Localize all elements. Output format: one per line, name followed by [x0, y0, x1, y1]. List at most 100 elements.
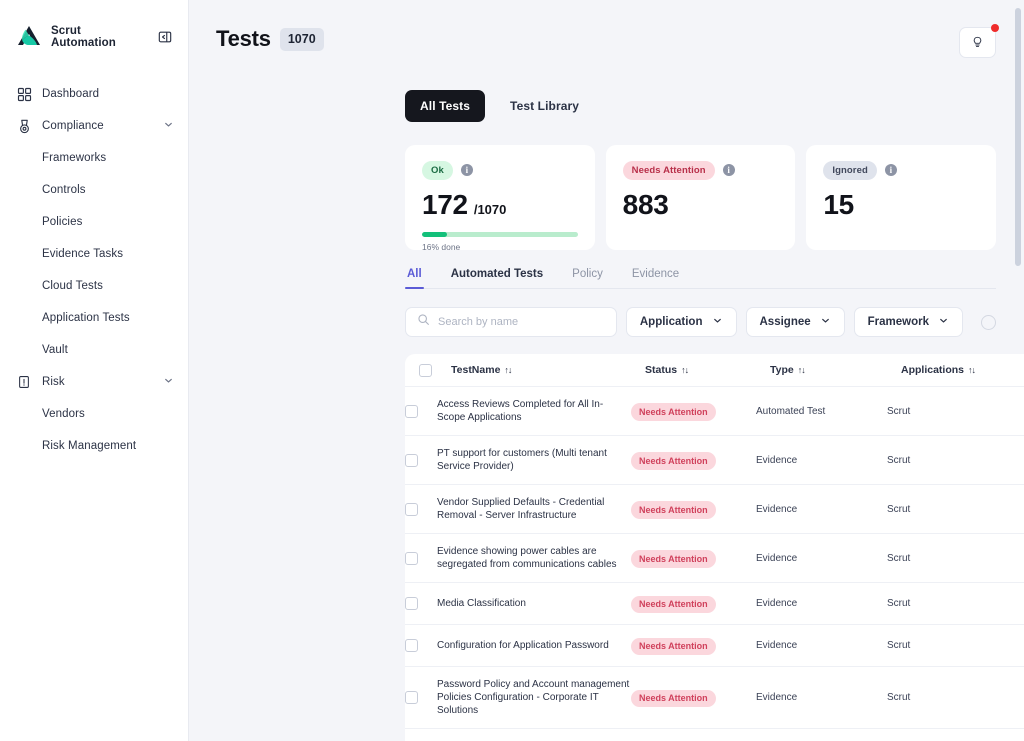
medal-icon	[16, 118, 32, 134]
row-checkbox[interactable]	[405, 454, 418, 467]
cell-status: Needs Attention	[631, 500, 756, 519]
sort-icon[interactable]: ↑↓	[681, 365, 688, 375]
segment-all-tests[interactable]: All Tests	[405, 90, 485, 122]
cell-testname[interactable]: Password Policy and Account management P…	[437, 678, 631, 717]
sort-icon[interactable]: ↑↓	[968, 365, 975, 375]
column-label: Type	[770, 364, 794, 376]
sidebar-item-risk-management[interactable]: Risk Management	[0, 430, 188, 462]
sidebar-item-evidence-tasks[interactable]: Evidence Tasks	[0, 238, 188, 270]
sidebar-item-label: Dashboard	[42, 88, 99, 100]
filter-application-dropdown[interactable]: Application	[626, 307, 737, 337]
sidebar-item-label: Frameworks	[42, 152, 106, 164]
sidebar-item-policies[interactable]: Policies	[0, 206, 188, 238]
row-checkbox[interactable]	[405, 639, 418, 652]
cell-type: Evidence	[756, 454, 887, 467]
panel-collapse-icon[interactable]	[156, 28, 174, 46]
cell-status: Needs Attention	[631, 594, 756, 613]
cell-testname[interactable]: PT support for customers (Multi tenant S…	[437, 447, 631, 473]
kpi-header: Needs Attention i	[623, 161, 779, 180]
page-title: Tests	[216, 26, 271, 52]
table-row[interactable]: Evidence showing power cables are segreg…	[405, 534, 1024, 583]
table-row[interactable]: Password Policy and Account management P…	[405, 667, 1024, 729]
sort-icon[interactable]: ↑↓	[504, 365, 511, 375]
status-badge: Needs Attention	[631, 596, 716, 614]
table-header-row: TestName ↑↓ Status ↑↓ Type ↑↓ Applicatio…	[405, 354, 1024, 387]
cell-testname[interactable]: Access Reviews Completed for All In-Scop…	[437, 398, 631, 424]
vertical-scrollbar[interactable]	[1015, 8, 1021, 266]
sidebar-item-vendors[interactable]: Vendors	[0, 398, 188, 430]
table-row[interactable]: Access Reviews Completed for All In-Scop…	[405, 387, 1024, 436]
info-icon[interactable]: i	[885, 164, 897, 176]
table-row[interactable]: Configuration for Application PasswordNe…	[405, 625, 1024, 667]
brand-name: Scrut Automation	[51, 25, 116, 50]
sidebar-item-application-tests[interactable]: Application Tests	[0, 302, 188, 334]
cell-applications: Scrut	[887, 454, 1017, 467]
chevron-down-icon[interactable]	[163, 373, 174, 391]
page-header: Tests 1070	[189, 0, 1024, 68]
tab-policy[interactable]: Policy	[570, 268, 605, 288]
table-row[interactable]: PT support for customers (Multi tenant S…	[405, 436, 1024, 485]
sidebar-item-vault[interactable]: Vault	[0, 334, 188, 366]
table-row[interactable]: Cybersecurity PolicyNeeds AttentionEvide…	[405, 729, 1024, 741]
cell-type: Evidence	[756, 639, 887, 652]
file-alert-icon	[16, 374, 32, 390]
sort-icon[interactable]: ↑↓	[798, 365, 805, 375]
kpi-header: Ignored i	[823, 161, 979, 180]
row-checkbox[interactable]	[405, 597, 418, 610]
row-checkbox[interactable]	[405, 503, 418, 516]
chevron-down-icon	[820, 313, 831, 331]
cell-testname[interactable]: Media Classification	[437, 597, 631, 610]
sidebar-item-dashboard[interactable]: Dashboard	[0, 78, 188, 110]
kpi-values: 172 /1070	[422, 189, 578, 221]
search-box[interactable]	[405, 307, 617, 337]
search-input[interactable]	[438, 316, 605, 328]
row-checkbox[interactable]	[405, 691, 418, 704]
sidebar-item-controls[interactable]: Controls	[0, 174, 188, 206]
cell-testname[interactable]: Configuration for Application Password	[437, 639, 631, 652]
tips-button[interactable]	[959, 27, 996, 58]
table-body: Access Reviews Completed for All In-Scop…	[405, 387, 1024, 741]
table-row[interactable]: Media ClassificationNeeds AttentionEvide…	[405, 583, 1024, 625]
row-checkbox[interactable]	[405, 405, 418, 418]
column-header-applications[interactable]: Applications ↑↓	[901, 364, 1024, 376]
status-badge-ignored: Ignored	[823, 161, 877, 180]
sidebar-item-compliance[interactable]: Compliance	[0, 110, 188, 142]
row-checkbox[interactable]	[405, 552, 418, 565]
sidebar-item-frameworks[interactable]: Frameworks	[0, 142, 188, 174]
column-header-type[interactable]: Type ↑↓	[770, 364, 901, 376]
select-all-checkbox[interactable]	[419, 364, 432, 377]
filter-assignee-dropdown[interactable]: Assignee	[746, 307, 845, 337]
status-badge: Needs Attention	[631, 501, 716, 519]
filter-label: Assignee	[760, 316, 811, 328]
sidebar-item-label: Compliance	[42, 120, 104, 132]
table-row[interactable]: Vendor Supplied Defaults - Credential Re…	[405, 485, 1024, 534]
notification-dot	[991, 24, 999, 32]
tab-evidence[interactable]: Evidence	[630, 268, 681, 288]
segment-test-library[interactable]: Test Library	[495, 90, 594, 122]
cell-testname[interactable]: Vendor Supplied Defaults - Credential Re…	[437, 496, 631, 522]
cell-testname[interactable]: Evidence showing power cables are segreg…	[437, 545, 631, 571]
info-icon[interactable]: i	[723, 164, 735, 176]
column-header-status[interactable]: Status ↑↓	[645, 364, 770, 376]
brand[interactable]: Scrut Automation	[0, 14, 188, 56]
sidebar-item-risk[interactable]: Risk	[0, 366, 188, 398]
tab-automated-tests[interactable]: Automated Tests	[449, 268, 545, 288]
kpi-total: /1070	[474, 202, 507, 217]
tab-all[interactable]: All	[405, 268, 424, 288]
column-header-testname[interactable]: TestName ↑↓	[451, 364, 645, 376]
cell-applications: Scrut	[887, 552, 1017, 565]
status-badge: Needs Attention	[631, 403, 716, 421]
tests-count-badge: 1070	[280, 28, 324, 51]
chevron-down-icon	[712, 313, 723, 331]
status-badge: Needs Attention	[631, 638, 716, 656]
chevron-down-icon[interactable]	[163, 117, 174, 135]
sidebar-item-cloud-tests[interactable]: Cloud Tests	[0, 270, 188, 302]
filter-framework-dropdown[interactable]: Framework	[854, 307, 963, 337]
reset-circle-icon[interactable]	[981, 315, 996, 330]
cell-type: Evidence	[756, 691, 887, 704]
sidebar-item-label: Policies	[42, 216, 82, 228]
info-icon[interactable]: i	[461, 164, 473, 176]
filter-tabs: All Automated Tests Policy Evidence	[405, 268, 996, 289]
cell-applications: Scrut	[887, 503, 1017, 516]
grid-icon	[16, 86, 32, 102]
